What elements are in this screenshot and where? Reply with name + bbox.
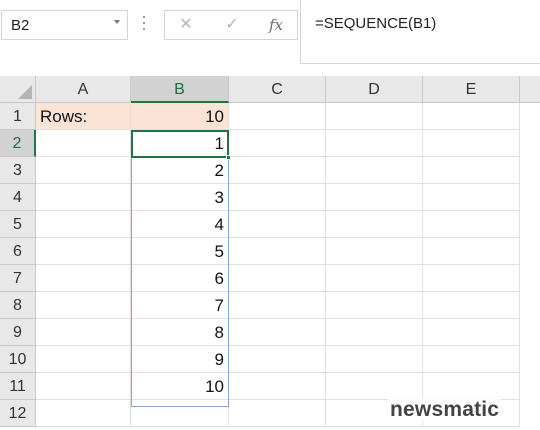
cell-b8[interactable]: 7 [131,292,229,319]
cell-a10[interactable] [36,346,131,373]
cell-a2[interactable] [36,130,131,157]
cell-b1[interactable]: 10 [131,103,229,130]
cell-a8[interactable] [36,292,131,319]
cell-a3[interactable] [36,157,131,184]
column-header-partial[interactable] [520,76,540,103]
insert-function-icon[interactable]: fx [263,14,289,36]
cell-b9[interactable]: 8 [131,319,229,346]
cell-d1[interactable] [326,103,423,130]
cell-b2[interactable]: 1 [131,130,229,157]
row-header-7[interactable]: 7 [0,265,36,292]
column-header-c[interactable]: C [229,76,326,103]
cell-c1[interactable] [229,103,326,130]
close-icon[interactable]: ✕ [173,14,199,36]
select-all-triangle-icon [18,85,32,99]
row-header-6[interactable]: 6 [0,238,36,265]
fill-handle[interactable] [226,155,231,160]
row-header-4[interactable]: 4 [0,184,36,211]
row-header-12[interactable]: 12 [0,400,36,427]
column-d-cells[interactable] [326,130,423,427]
chevron-down-icon[interactable] [114,20,120,24]
row-header-3[interactable]: 3 [0,157,36,184]
cell-a12[interactable] [36,400,131,427]
column-e-cells[interactable] [423,130,520,427]
cell-a5[interactable] [36,211,131,238]
row-header-10[interactable]: 10 [0,346,36,373]
cell-a9[interactable] [36,319,131,346]
cell-b6[interactable]: 5 [131,238,229,265]
cell-a7[interactable] [36,265,131,292]
newsmatic-logo: newsmatic [388,398,502,422]
cell-a11[interactable] [36,373,131,400]
cell-b5[interactable]: 4 [131,211,229,238]
column-c-cells[interactable] [229,130,326,427]
formula-input[interactable]: =SEQUENCE(B1) [300,0,540,64]
formula-text: =SEQUENCE(B1) [315,15,437,32]
cell-b3[interactable]: 2 [131,157,229,184]
cell-e1[interactable] [423,103,520,130]
cell-b12[interactable] [131,400,229,427]
cell-b11[interactable]: 10 [131,373,229,400]
row-header-5[interactable]: 5 [0,211,36,238]
name-box-value: B2 [11,17,30,34]
select-all-button[interactable] [0,76,36,103]
row-header-11[interactable]: 11 [0,373,36,400]
formula-tools: ✕ ✓ fx [164,10,298,40]
name-box[interactable]: B2 [1,10,128,40]
column-header-d[interactable]: D [326,76,423,103]
cell-b7[interactable]: 6 [131,265,229,292]
cell-a4[interactable] [36,184,131,211]
check-icon[interactable]: ✓ [219,14,245,36]
vertical-dots-icon[interactable] [143,16,146,34]
cell-b10[interactable]: 9 [131,346,229,373]
column-header-b[interactable]: B [131,76,229,103]
row-header-2[interactable]: 2 [0,130,36,157]
cell-b4[interactable]: 3 [131,184,229,211]
row-header-8[interactable]: 8 [0,292,36,319]
column-header-a[interactable]: A [36,76,131,103]
row-header-9[interactable]: 9 [0,319,36,346]
cell-a1[interactable]: Rows: [36,103,131,130]
cell-a6[interactable] [36,238,131,265]
row-header-1[interactable]: 1 [0,103,36,130]
formula-bar-area: B2 ✕ ✓ fx =SEQUENCE(B1) [0,0,540,64]
column-header-e[interactable]: E [423,76,520,103]
